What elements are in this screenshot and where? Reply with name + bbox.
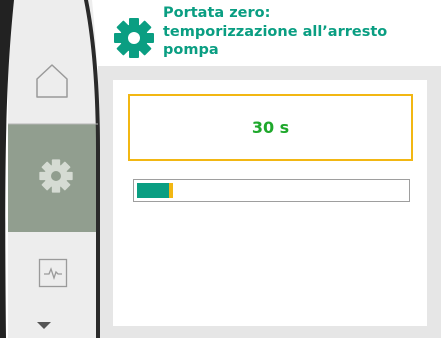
page-title: Portata zero: temporizzazione all’arrest… [163,4,433,60]
title-line: Portata zero: [163,5,271,21]
gear-icon [114,18,154,58]
slider-fill [137,183,169,198]
title-line: temporizzazione all’arresto [163,23,388,40]
value-text: 30 s [251,118,290,137]
home-icon[interactable] [32,60,72,100]
diagnostics-icon[interactable] [38,258,68,288]
gear-icon[interactable] [36,156,76,196]
value-slider[interactable] [133,179,410,202]
value-field[interactable]: 30 s [128,94,413,161]
chevron-down-icon[interactable] [37,322,51,330]
title-line: pompa [163,42,219,58]
slider-handle[interactable] [169,183,173,198]
